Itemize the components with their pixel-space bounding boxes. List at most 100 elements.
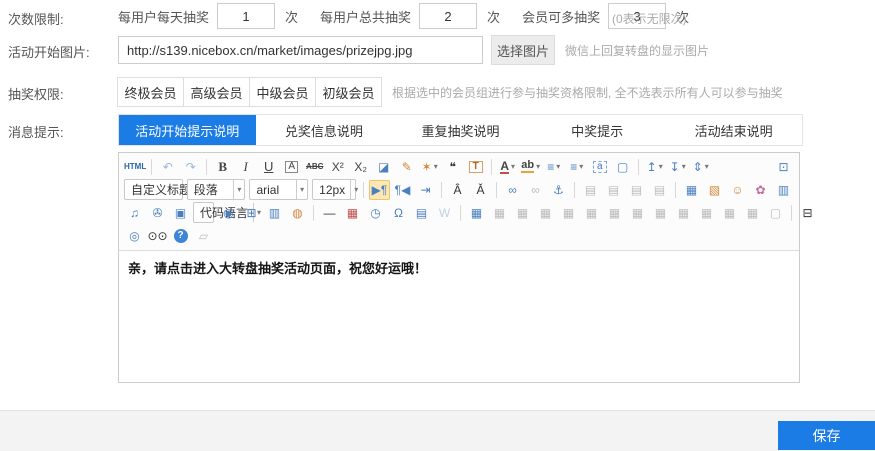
- split-rows-icon[interactable]: ▦: [719, 203, 740, 222]
- member-btn-junior[interactable]: 初级会员: [315, 77, 382, 107]
- image-center-icon[interactable]: ▤: [603, 180, 624, 199]
- clear-doc-icon[interactable]: ▢: [765, 203, 786, 222]
- word-paste-icon[interactable]: W: [434, 203, 455, 222]
- special-char-icon[interactable]: Ω: [388, 203, 409, 222]
- table-title-icon[interactable]: ▦: [512, 203, 533, 222]
- page-break-icon[interactable]: ⊞: [241, 203, 262, 222]
- split-cols-icon[interactable]: ▦: [742, 203, 763, 222]
- insert-col-icon[interactable]: ▦: [558, 203, 579, 222]
- font-border-icon[interactable]: A: [281, 157, 302, 176]
- split-cells-icon[interactable]: ▦: [696, 203, 717, 222]
- format-painter-icon[interactable]: ✎: [396, 157, 417, 176]
- tab-win-prompt[interactable]: 中奖提示: [529, 115, 666, 145]
- undo-icon[interactable]: ↶: [157, 157, 178, 176]
- font-color-icon[interactable]: A▾: [497, 157, 518, 176]
- print-icon[interactable]: ⊟: [797, 203, 818, 222]
- image-url-input[interactable]: [118, 36, 483, 64]
- toolbar-separator: [675, 182, 676, 198]
- insert-image-icon[interactable]: ▦: [681, 180, 702, 199]
- paste-plain-text-icon[interactable]: T: [465, 157, 486, 176]
- emoticon-icon[interactable]: ☺: [727, 180, 748, 199]
- remove-format-icon[interactable]: ◪: [373, 157, 394, 176]
- form-icon[interactable]: ▤: [411, 203, 432, 222]
- strikethrough-icon[interactable]: ABC: [304, 157, 325, 176]
- para-spacing-bottom-icon[interactable]: ↧▾: [667, 157, 688, 176]
- rtl-icon[interactable]: ¶◀: [392, 180, 413, 199]
- insert-row-icon[interactable]: ▦: [535, 203, 556, 222]
- limit-field-suffix: 次: [487, 7, 500, 26]
- link-icon[interactable]: ∞: [502, 180, 523, 199]
- paragraph-select[interactable]: 段落▾: [187, 179, 246, 200]
- tab-redeem-info[interactable]: 兑奖信息说明: [256, 115, 393, 145]
- first-line-indent-icon[interactable]: ⇥: [415, 180, 436, 199]
- redo-icon[interactable]: ↷: [180, 157, 201, 176]
- delete-row-icon[interactable]: ▦: [581, 203, 602, 222]
- code-language-select[interactable]: 代码语言▾: [193, 202, 214, 223]
- music-icon[interactable]: ♫: [124, 203, 145, 222]
- columns-icon[interactable]: ▥: [264, 203, 285, 222]
- html-source-icon[interactable]: HTML: [124, 157, 146, 176]
- horizontal-rule-icon[interactable]: —: [319, 203, 340, 222]
- find-replace-icon[interactable]: ⊙⊙: [147, 226, 168, 245]
- merge-cells-icon[interactable]: ▦: [627, 203, 648, 222]
- italic-icon[interactable]: I: [235, 157, 256, 176]
- delete-table-icon[interactable]: ▦: [489, 203, 510, 222]
- insert-code-icon[interactable]: ◉: [218, 203, 239, 222]
- to-lowercase-icon[interactable]: Ǎ: [470, 180, 491, 199]
- paste-icon[interactable]: ▱: [193, 226, 214, 245]
- toolbar-separator: [713, 157, 771, 176]
- scrawl-icon[interactable]: ✿: [750, 180, 771, 199]
- tab-repeat-draw[interactable]: 重复抽奖说明: [392, 115, 529, 145]
- start-image-row: 选择图片 微信上回复转盘的显示图片: [118, 35, 709, 65]
- attachment-icon[interactable]: ✇: [147, 203, 168, 222]
- save-button[interactable]: 保存: [778, 421, 875, 450]
- search-icon[interactable]: ◎: [124, 226, 145, 245]
- subscript-icon[interactable]: X₂: [350, 157, 371, 176]
- image-float-right-icon[interactable]: ▤: [626, 180, 647, 199]
- insert-time-icon[interactable]: ◷: [365, 203, 386, 222]
- help-icon[interactable]: ?: [170, 226, 191, 245]
- image-manager-icon[interactable]: ▧: [704, 180, 725, 199]
- highlight-color-icon[interactable]: ab▾: [520, 157, 541, 176]
- fullscreen-icon[interactable]: ⊡: [773, 157, 794, 176]
- to-uppercase-icon[interactable]: Â: [447, 180, 468, 199]
- toolbar-row-1: HTML↶↷BIUAABCX²X₂◪✎✶▾❝TA▾ab▾≡▾≡▾a▢↥▾↧▾⇕▾…: [123, 155, 795, 178]
- start-image-label: 活动开始图片:: [8, 42, 90, 61]
- custom-title-select[interactable]: 自定义标题▾: [124, 179, 183, 200]
- font-size-select[interactable]: 12px▾: [312, 179, 356, 200]
- image-float-left-icon[interactable]: ▤: [580, 180, 601, 199]
- line-height-icon[interactable]: ⇕▾: [690, 157, 711, 176]
- tab-activity-end[interactable]: 活动结束说明: [665, 115, 802, 145]
- limit-count-input[interactable]: [419, 3, 477, 29]
- summary-icon[interactable]: a: [589, 157, 610, 176]
- choose-image-button[interactable]: 选择图片: [491, 35, 555, 65]
- bold-icon[interactable]: B: [212, 157, 233, 176]
- image-inline-icon[interactable]: ▤: [649, 180, 670, 199]
- ltr-icon[interactable]: ▶¶: [369, 180, 390, 200]
- video-icon[interactable]: ▥: [773, 180, 794, 199]
- screenshot-icon[interactable]: ▣: [170, 203, 191, 222]
- member-btn-senior[interactable]: 高级会员: [183, 77, 250, 107]
- member-btn-middle[interactable]: 中级会员: [249, 77, 316, 107]
- ordered-list-icon[interactable]: ≡▾: [543, 157, 564, 176]
- editor-content-area[interactable]: 亲，请点击进入大转盘抽奖活动页面，祝您好运哦！: [119, 251, 799, 385]
- delete-col-icon[interactable]: ▦: [604, 203, 625, 222]
- blank-doc-icon[interactable]: ▢: [612, 157, 633, 176]
- merge-right-icon[interactable]: ▦: [650, 203, 671, 222]
- blockquote-icon[interactable]: ❝: [442, 157, 463, 176]
- merge-down-icon[interactable]: ▦: [673, 203, 694, 222]
- insert-date-icon[interactable]: ▦: [342, 203, 363, 222]
- tab-activity-start[interactable]: 活动开始提示说明: [119, 115, 256, 145]
- insert-table-icon[interactable]: ▦: [466, 203, 487, 222]
- unlink-icon[interactable]: ∞: [525, 180, 546, 199]
- para-spacing-top-icon[interactable]: ↥▾: [644, 157, 665, 176]
- member-btn-ultimate[interactable]: 终极会员: [117, 77, 184, 107]
- superscript-icon[interactable]: X²: [327, 157, 348, 176]
- web-app-icon[interactable]: ◍: [287, 203, 308, 222]
- unordered-list-icon[interactable]: ≡▾: [566, 157, 587, 176]
- auto-typeset-icon[interactable]: ✶▾: [419, 157, 440, 176]
- underline-icon[interactable]: U: [258, 157, 279, 176]
- anchor-icon[interactable]: ⚓: [548, 180, 569, 199]
- limit-count-input[interactable]: [217, 3, 275, 29]
- font-family-select[interactable]: arial▾: [249, 179, 308, 200]
